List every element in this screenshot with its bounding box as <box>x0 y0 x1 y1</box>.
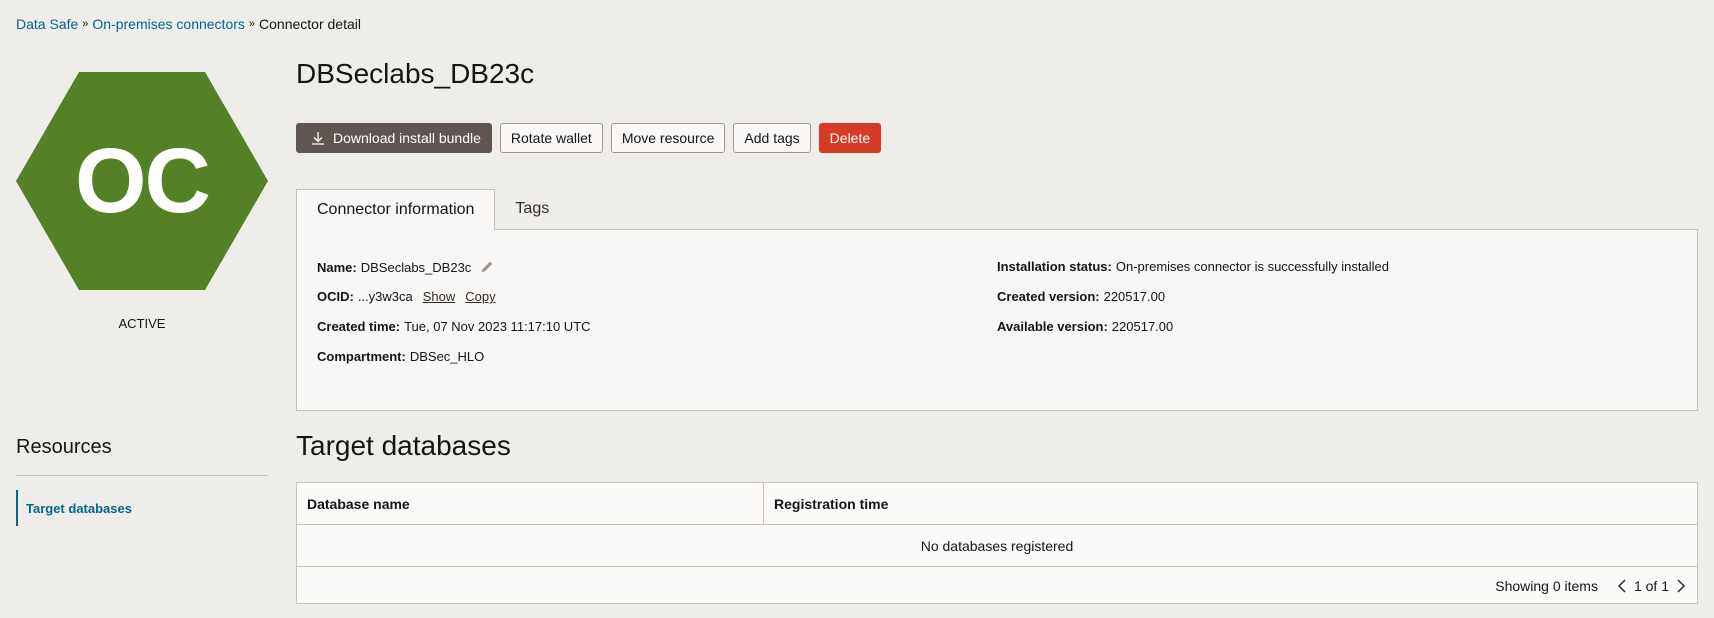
created-version-row: Created version: 220517.00 <box>997 289 1165 304</box>
ocid-copy-link[interactable]: Copy <box>465 289 495 304</box>
breadcrumb-data-safe[interactable]: Data Safe <box>16 16 78 32</box>
connector-information-panel: Name: DBSeclabs_DB23c OCID: ...y3w3ca Sh… <box>296 229 1698 411</box>
showing-items-count: Showing 0 items <box>1495 578 1598 594</box>
table-header: Database name Registration time <box>297 483 1697 525</box>
created-time-row: Created time: Tue, 07 Nov 2023 11:17:10 … <box>317 319 591 334</box>
resources-heading: Resources <box>16 436 112 458</box>
delete-button[interactable]: Delete <box>818 123 882 153</box>
name-value: DBSeclabs_DB23c <box>360 259 472 275</box>
installation-status-value: On-premises connector is successfully in… <box>1115 259 1389 274</box>
ocid-row: OCID: ...y3w3ca Show Copy <box>317 289 496 304</box>
download-icon <box>312 132 324 145</box>
target-databases-table: Database name Registration time No datab… <box>296 482 1698 604</box>
name-row: Name: DBSeclabs_DB23c <box>317 259 495 275</box>
detail-tabs: Connector information Tags <box>296 189 569 230</box>
breadcrumb-separator: » <box>82 18 89 30</box>
tab-tags[interactable]: Tags <box>495 189 569 229</box>
chevron-left-icon[interactable] <box>1616 578 1628 594</box>
breadcrumb-current: Connector detail <box>259 16 361 32</box>
resource-hexagon-icon: OC <box>16 72 268 290</box>
pencil-icon[interactable] <box>479 259 495 275</box>
pagination: 1 of 1 <box>1616 578 1687 594</box>
created-time-label: Created time: <box>317 319 401 334</box>
compartment-value: DBSec_HLO <box>409 349 485 364</box>
breadcrumb-separator: » <box>248 18 256 30</box>
created-version-label: Created version: <box>997 289 1100 304</box>
column-header-registration-time[interactable]: Registration time <box>764 483 1697 524</box>
empty-table-message: No databases registered <box>297 525 1697 567</box>
column-header-database-name[interactable]: Database name <box>297 483 764 524</box>
ocid-label: OCID: <box>317 289 354 304</box>
breadcrumb: Data Safe » On-premises connectors » Con… <box>16 16 361 32</box>
download-install-bundle-button[interactable]: Download install bundle <box>296 123 492 153</box>
lifecycle-status: ACTIVE <box>118 316 166 331</box>
tab-connector-information[interactable]: Connector information <box>296 189 496 230</box>
available-version-row: Available version: 220517.00 <box>997 319 1173 334</box>
resource-initials: OC <box>75 129 211 232</box>
resources-item-target-databases[interactable]: Target databases <box>16 490 256 526</box>
compartment-row: Compartment: DBSec_HLO <box>317 349 484 364</box>
name-label: Name: <box>317 259 357 275</box>
chevron-right-icon[interactable] <box>1675 578 1687 594</box>
resources-divider <box>16 475 268 476</box>
move-resource-button[interactable]: Move resource <box>610 123 726 153</box>
pagination-label: 1 of 1 <box>1633 578 1669 594</box>
download-install-bundle-label: Download install bundle <box>333 130 481 146</box>
available-version-label: Available version: <box>997 319 1108 334</box>
action-toolbar: Download install bundle Rotate wallet Mo… <box>296 123 882 153</box>
table-footer: Showing 0 items 1 of 1 <box>297 567 1697 605</box>
installation-status-row: Installation status: On-premises connect… <box>997 259 1389 274</box>
created-version-value: 220517.00 <box>1103 289 1166 304</box>
compartment-label: Compartment: <box>317 349 406 364</box>
rotate-wallet-button[interactable]: Rotate wallet <box>499 123 603 153</box>
target-databases-heading: Target databases <box>296 430 511 461</box>
add-tags-button[interactable]: Add tags <box>733 123 811 153</box>
page-title: DBSeclabs_DB23c <box>296 58 535 89</box>
installation-status-label: Installation status: <box>997 259 1112 274</box>
ocid-show-link[interactable]: Show <box>423 289 456 304</box>
created-time-value: Tue, 07 Nov 2023 11:17:10 UTC <box>404 319 591 334</box>
ocid-value: ...y3w3ca <box>357 289 413 304</box>
available-version-value: 220517.00 <box>1111 319 1174 334</box>
breadcrumb-on-premises-connectors[interactable]: On-premises connectors <box>92 16 245 32</box>
